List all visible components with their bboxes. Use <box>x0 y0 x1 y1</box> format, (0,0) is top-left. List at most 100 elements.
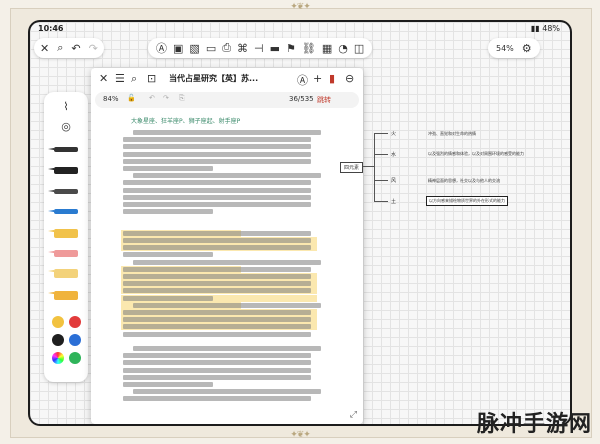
text-line <box>123 144 311 150</box>
mindmap-node-water[interactable]: 水 <box>388 150 399 159</box>
settings-gear-icon[interactable]: ⚙ <box>522 42 532 55</box>
brush-pen[interactable] <box>48 189 78 194</box>
search-icon[interactable]: ⌕ <box>57 41 63 55</box>
eraser[interactable] <box>48 250 78 257</box>
text-line <box>123 360 311 366</box>
folder-tool-icon[interactable]: ▭ <box>206 42 216 55</box>
color-blue[interactable] <box>69 334 81 346</box>
text-line <box>123 187 311 193</box>
text-line <box>123 158 311 164</box>
table-icon[interactable]: ▦ <box>322 42 332 55</box>
bookmark-icon[interactable]: ▮ <box>329 72 335 85</box>
watermark-logo: 脉冲手游网 <box>476 412 592 437</box>
mindmap-note-earth[interactable]: 以方向感来描绘物质世界的外在形式的能力 <box>426 196 508 206</box>
text-line <box>123 281 311 287</box>
lasso-icon[interactable]: ⌇ <box>56 100 76 114</box>
text-line <box>123 252 213 258</box>
text-line <box>123 317 311 323</box>
doc-undo-icon[interactable]: ↶ <box>149 94 155 102</box>
mindmap-center-node[interactable]: 四元素 <box>340 162 364 173</box>
highlighter-yellow[interactable] <box>48 229 78 238</box>
mindmap-note-water: 以及强烈的情感和体验，以及对周围环境的感受的能力 <box>428 151 524 156</box>
nav-toolbar: ✕ ⌕ ↶ ↷ <box>34 38 104 58</box>
text-line <box>123 324 311 330</box>
text-line <box>123 382 213 387</box>
annotate-icon[interactable]: Ⓐ <box>297 72 308 88</box>
add-page-icon[interactable]: + <box>313 72 322 85</box>
text-line <box>123 238 311 243</box>
text-line <box>133 389 321 395</box>
text-line <box>133 346 321 351</box>
shape-recognize-icon[interactable]: ◎ <box>56 120 76 134</box>
jump-button[interactable]: 跳转 <box>317 95 331 105</box>
color-picker-wheel[interactable] <box>52 352 64 364</box>
text-line <box>123 295 213 301</box>
marker-orange[interactable] <box>48 291 78 300</box>
timer-icon[interactable]: ◔ <box>338 42 348 55</box>
document-header: ✕ ☰ ⌕ ⊡ 当代占星研究【英】苏... Ⓐ + ▮ ⊖ <box>91 68 363 90</box>
undo-icon[interactable]: ↶ <box>71 42 80 55</box>
layout-tool-icon[interactable]: ▬ <box>270 42 280 55</box>
search-document-icon[interactable]: ⌕ <box>131 72 137 86</box>
text-line <box>123 180 311 186</box>
text-line <box>123 230 311 236</box>
main-toolbar: Ⓐ ▣ ▧ ▭ ⎙ ⌘ ⊣ ▬ ⚑ ⛓ ▦ ◔ ◫ <box>148 38 373 58</box>
panel-icon[interactable]: ◫ <box>354 42 364 55</box>
close-icon[interactable]: ✕ <box>40 42 49 55</box>
mindmap-link <box>374 180 388 181</box>
microphone-icon[interactable]: ⎙ <box>222 41 231 55</box>
crop-icon[interactable]: ⊡ <box>147 72 156 85</box>
fountain-pen[interactable] <box>48 147 78 152</box>
highlighter-light[interactable] <box>48 269 78 278</box>
expand-icon[interactable]: ⤢ <box>350 410 357 420</box>
tablet-screen: 10:46 ▮▮ 48% ✕ ⌕ ↶ ↷ Ⓐ ▣ ▧ ▭ ⎙ ⌘ ⊣ ▬ ⚑ ⛓… <box>30 22 570 424</box>
color-black[interactable] <box>52 334 64 346</box>
ballpoint-pen[interactable] <box>48 167 78 174</box>
doc-redo-icon[interactable]: ↷ <box>163 94 169 102</box>
pen-tray: ⌇ ◎ <box>44 92 88 382</box>
mindmap-node-air[interactable]: 风 <box>388 176 399 185</box>
text-line <box>133 259 321 265</box>
document-title: 当代占星研究【英】苏... <box>169 74 259 83</box>
battery-level: 48% <box>542 24 560 33</box>
text-line <box>123 353 311 359</box>
text-line <box>133 173 321 179</box>
color-yellow[interactable] <box>52 316 64 328</box>
close-document-icon[interactable]: ✕ <box>99 72 108 85</box>
color-red[interactable] <box>69 316 81 328</box>
pin-icon[interactable]: ⚑ <box>286 42 296 55</box>
color-green[interactable] <box>69 352 81 364</box>
status-bar: 10:46 ▮▮ 48% <box>30 22 570 36</box>
mindmap-node-earth[interactable]: 土 <box>388 197 399 206</box>
outline-icon[interactable]: ☰ <box>115 72 125 85</box>
text-line <box>123 209 213 215</box>
link-icon[interactable]: ⛓ <box>302 42 316 55</box>
text-line <box>123 151 311 157</box>
mindmap-link <box>374 133 388 134</box>
lock-icon[interactable]: 🔓 <box>127 94 136 102</box>
redo-icon[interactable]: ↷ <box>89 42 98 55</box>
mindmap-link <box>374 154 388 155</box>
mindmap-link <box>374 201 388 202</box>
text-line <box>123 266 311 272</box>
more-options-icon[interactable]: ⊖ <box>345 72 354 85</box>
mindmap-note-fire: 冲劲、直觉和对生命的热情 <box>428 131 476 136</box>
text-line <box>123 137 311 143</box>
text-line <box>123 367 311 373</box>
battery-indicator: ▮▮ 48% <box>530 24 560 33</box>
picture-tool-icon[interactable]: ▧ <box>189 42 199 55</box>
text-line <box>123 166 213 171</box>
mindmap-stem <box>362 166 374 167</box>
text-tool-icon[interactable]: Ⓐ <box>156 40 167 56</box>
document-subtoolbar: 84% 🔓 ↶ ↷ ⎘ 36/535 跳转 <box>95 92 359 108</box>
mindmap-node-fire[interactable]: 火 <box>388 129 399 138</box>
document-zoom[interactable]: 84% <box>103 95 119 103</box>
mindmap-trunk <box>374 133 375 201</box>
shape-tool-icon[interactable]: ⌘ <box>237 42 248 55</box>
doc-copy-icon[interactable]: ⎘ <box>179 94 185 103</box>
image-tool-icon[interactable]: ▣ <box>173 42 183 55</box>
blue-pen[interactable] <box>48 209 78 214</box>
zoom-level[interactable]: 54% <box>496 44 514 53</box>
mindmap-tool-icon[interactable]: ⊣ <box>254 42 264 55</box>
mindmap-note-air: 精神层面的思想，社交以及与他人的交流 <box>428 178 500 183</box>
